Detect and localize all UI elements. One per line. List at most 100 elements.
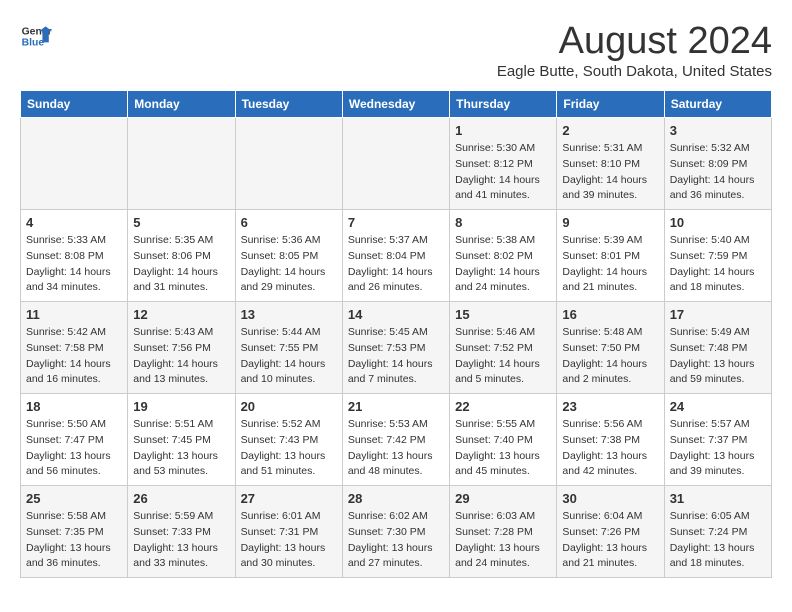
calendar-cell: 3 Sunrise: 5:32 AM Sunset: 8:09 PM Daylig… — [664, 118, 771, 210]
calendar-cell: 7Sunrise: 5:37 AM Sunset: 8:04 PM Daylig… — [342, 210, 449, 302]
calendar-cell: 1Sunrise: 5:30 AM Sunset: 8:12 PM Daylig… — [450, 118, 557, 210]
day-header-wednesday: Wednesday — [342, 91, 449, 118]
day-info: Sunrise: 5:33 AM Sunset: 8:08 PM Dayligh… — [26, 233, 122, 296]
day-info: Sunrise: 6:01 AM Sunset: 7:31 PM Dayligh… — [241, 509, 337, 572]
logo-icon: General Blue — [20, 20, 52, 52]
calendar-cell: 10Sunrise: 5:40 AM Sunset: 7:59 PM Dayli… — [664, 210, 771, 302]
calendar-cell: 2 Sunrise: 5:31 AM Sunset: 8:10 PM Daylig… — [557, 118, 664, 210]
calendar-cell: 26 Sunrise: 5:59 AM Sunset: 7:33 PM Dayli… — [128, 486, 235, 578]
day-header-thursday: Thursday — [450, 91, 557, 118]
subtitle: Eagle Butte, South Dakota, United States — [497, 63, 772, 80]
day-number: 20 — [241, 399, 337, 414]
svg-text:Blue: Blue — [22, 38, 45, 49]
day-number: 23 — [562, 399, 658, 414]
day-number: 22 — [455, 399, 551, 414]
day-number: 17 — [670, 307, 766, 322]
day-number: 24 — [670, 399, 766, 414]
calendar-cell: 31 Sunrise: 6:05 AM Sunset: 7:24 PM Dayli… — [664, 486, 771, 578]
day-info: Sunrise: 6:05 AM Sunset: 7:24 PM Dayligh… — [670, 509, 766, 572]
day-info: Sunrise: 6:04 AM Sunset: 7:26 PM Dayligh… — [562, 509, 658, 572]
calendar-cell — [21, 118, 128, 210]
day-number: 11 — [26, 307, 122, 322]
main-title: August 2024 — [497, 20, 772, 63]
week-row-1: 1Sunrise: 5:30 AM Sunset: 8:12 PM Daylig… — [21, 118, 772, 210]
day-number: 8 — [455, 215, 551, 230]
day-number: 13 — [241, 307, 337, 322]
calendar-cell: 12 Sunrise: 5:43 AM Sunset: 7:56 PM Dayli… — [128, 302, 235, 394]
week-row-2: 4 Sunrise: 5:33 AM Sunset: 8:08 PM Daylig… — [21, 210, 772, 302]
day-info: Sunrise: 5:31 AM Sunset: 8:10 PM Dayligh… — [562, 141, 658, 204]
calendar-table: SundayMondayTuesdayWednesdayThursdayFrid… — [20, 90, 772, 578]
day-number: 26 — [133, 491, 229, 506]
calendar-header-row: SundayMondayTuesdayWednesdayThursdayFrid… — [21, 91, 772, 118]
header: General Blue August 2024 Eagle Butte, So… — [20, 20, 772, 80]
day-info: Sunrise: 5:56 AM Sunset: 7:38 PM Dayligh… — [562, 417, 658, 480]
day-info: Sunrise: 5:45 AM Sunset: 7:53 PM Dayligh… — [348, 325, 444, 388]
calendar-cell: 8 Sunrise: 5:38 AM Sunset: 8:02 PM Daylig… — [450, 210, 557, 302]
day-info: Sunrise: 5:37 AM Sunset: 8:04 PM Dayligh… — [348, 233, 444, 296]
day-info: Sunrise: 5:51 AM Sunset: 7:45 PM Dayligh… — [133, 417, 229, 480]
day-number: 6 — [241, 215, 337, 230]
calendar-cell: 15 Sunrise: 5:46 AM Sunset: 7:52 PM Dayli… — [450, 302, 557, 394]
day-info: Sunrise: 5:52 AM Sunset: 7:43 PM Dayligh… — [241, 417, 337, 480]
day-number: 28 — [348, 491, 444, 506]
calendar-cell — [342, 118, 449, 210]
day-info: Sunrise: 6:02 AM Sunset: 7:30 PM Dayligh… — [348, 509, 444, 572]
day-number: 3 — [670, 123, 766, 138]
calendar-cell: 6 Sunrise: 5:36 AM Sunset: 8:05 PM Daylig… — [235, 210, 342, 302]
day-info: Sunrise: 5:39 AM Sunset: 8:01 PM Dayligh… — [562, 233, 658, 296]
day-number: 21 — [348, 399, 444, 414]
day-info: Sunrise: 5:49 AM Sunset: 7:48 PM Dayligh… — [670, 325, 766, 388]
day-number: 25 — [26, 491, 122, 506]
day-number: 15 — [455, 307, 551, 322]
day-info: Sunrise: 5:32 AM Sunset: 8:09 PM Dayligh… — [670, 141, 766, 204]
day-info: Sunrise: 5:55 AM Sunset: 7:40 PM Dayligh… — [455, 417, 551, 480]
day-number: 5 — [133, 215, 229, 230]
day-info: Sunrise: 5:43 AM Sunset: 7:56 PM Dayligh… — [133, 325, 229, 388]
day-number: 2 — [562, 123, 658, 138]
calendar-cell: 14 Sunrise: 5:45 AM Sunset: 7:53 PM Dayli… — [342, 302, 449, 394]
day-number: 1 — [455, 123, 551, 138]
calendar-cell: 19Sunrise: 5:51 AM Sunset: 7:45 PM Dayli… — [128, 394, 235, 486]
day-info: Sunrise: 5:44 AM Sunset: 7:55 PM Dayligh… — [241, 325, 337, 388]
calendar-cell: 18 Sunrise: 5:50 AM Sunset: 7:47 PM Dayli… — [21, 394, 128, 486]
day-header-saturday: Saturday — [664, 91, 771, 118]
day-info: Sunrise: 5:38 AM Sunset: 8:02 PM Dayligh… — [455, 233, 551, 296]
day-number: 14 — [348, 307, 444, 322]
calendar-body: 1Sunrise: 5:30 AM Sunset: 8:12 PM Daylig… — [21, 118, 772, 578]
day-info: Sunrise: 5:46 AM Sunset: 7:52 PM Dayligh… — [455, 325, 551, 388]
calendar-cell: 27Sunrise: 6:01 AM Sunset: 7:31 PM Dayli… — [235, 486, 342, 578]
calendar-cell: 21Sunrise: 5:53 AM Sunset: 7:42 PM Dayli… — [342, 394, 449, 486]
day-number: 31 — [670, 491, 766, 506]
calendar-cell: 23 Sunrise: 5:56 AM Sunset: 7:38 PM Dayli… — [557, 394, 664, 486]
calendar-cell: 4 Sunrise: 5:33 AM Sunset: 8:08 PM Daylig… — [21, 210, 128, 302]
calendar-cell: 13 Sunrise: 5:44 AM Sunset: 7:55 PM Dayli… — [235, 302, 342, 394]
calendar-cell: 11Sunrise: 5:42 AM Sunset: 7:58 PM Dayli… — [21, 302, 128, 394]
day-info: Sunrise: 5:58 AM Sunset: 7:35 PM Dayligh… — [26, 509, 122, 572]
day-info: Sunrise: 5:59 AM Sunset: 7:33 PM Dayligh… — [133, 509, 229, 572]
day-header-sunday: Sunday — [21, 91, 128, 118]
week-row-4: 18 Sunrise: 5:50 AM Sunset: 7:47 PM Dayli… — [21, 394, 772, 486]
day-info: Sunrise: 5:40 AM Sunset: 7:59 PM Dayligh… — [670, 233, 766, 296]
calendar-cell: 25 Sunrise: 5:58 AM Sunset: 7:35 PM Dayli… — [21, 486, 128, 578]
calendar-cell: 16Sunrise: 5:48 AM Sunset: 7:50 PM Dayli… — [557, 302, 664, 394]
day-number: 4 — [26, 215, 122, 230]
calendar-cell: 22 Sunrise: 5:55 AM Sunset: 7:40 PM Dayli… — [450, 394, 557, 486]
calendar-cell: 28 Sunrise: 6:02 AM Sunset: 7:30 PM Dayli… — [342, 486, 449, 578]
day-number: 9 — [562, 215, 658, 230]
day-info: Sunrise: 5:35 AM Sunset: 8:06 PM Dayligh… — [133, 233, 229, 296]
day-number: 18 — [26, 399, 122, 414]
day-number: 30 — [562, 491, 658, 506]
calendar-cell: 17 Sunrise: 5:49 AM Sunset: 7:48 PM Dayli… — [664, 302, 771, 394]
week-row-3: 11Sunrise: 5:42 AM Sunset: 7:58 PM Dayli… — [21, 302, 772, 394]
day-number: 29 — [455, 491, 551, 506]
day-number: 12 — [133, 307, 229, 322]
title-area: August 2024 Eagle Butte, South Dakota, U… — [497, 20, 772, 80]
day-info: Sunrise: 6:03 AM Sunset: 7:28 PM Dayligh… — [455, 509, 551, 572]
day-info: Sunrise: 5:50 AM Sunset: 7:47 PM Dayligh… — [26, 417, 122, 480]
calendar-cell: 24Sunrise: 5:57 AM Sunset: 7:37 PM Dayli… — [664, 394, 771, 486]
day-info: Sunrise: 5:36 AM Sunset: 8:05 PM Dayligh… — [241, 233, 337, 296]
day-info: Sunrise: 5:48 AM Sunset: 7:50 PM Dayligh… — [562, 325, 658, 388]
calendar-cell — [235, 118, 342, 210]
calendar-cell: 5 Sunrise: 5:35 AM Sunset: 8:06 PM Daylig… — [128, 210, 235, 302]
